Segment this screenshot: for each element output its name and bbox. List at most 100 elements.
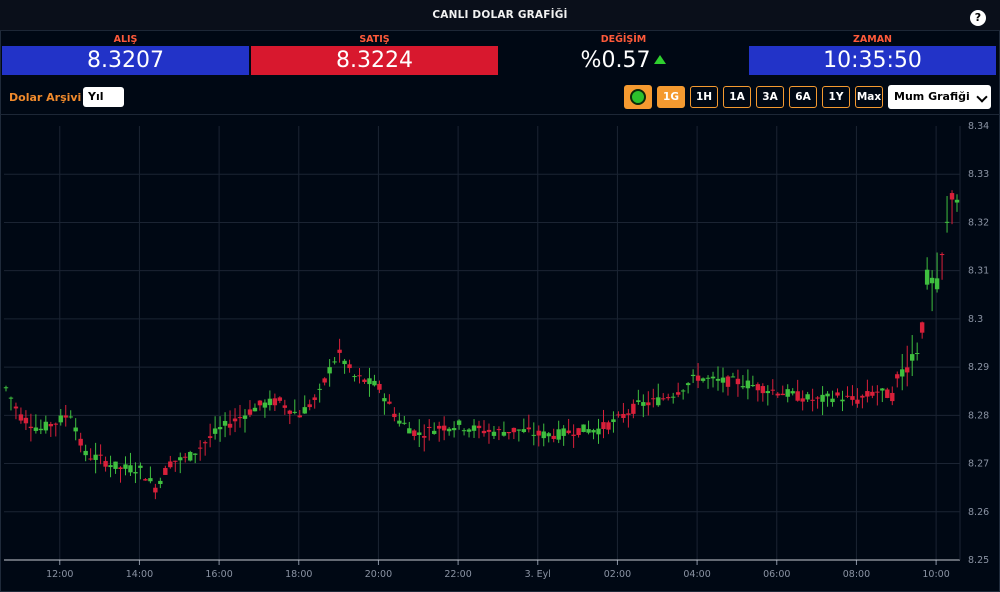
candle-body-down bbox=[282, 405, 288, 408]
candle-body-down bbox=[427, 426, 432, 428]
candle-body-down bbox=[18, 414, 24, 421]
x-tick-label: 04:00 bbox=[683, 569, 710, 580]
candle-body-up bbox=[641, 402, 646, 406]
x-tick-label: 16:00 bbox=[205, 569, 232, 580]
candle-body-down bbox=[606, 422, 611, 430]
candle-body-down bbox=[845, 395, 850, 397]
candle-body-down bbox=[905, 367, 910, 373]
candle-body-down bbox=[919, 322, 925, 333]
candle-body-down bbox=[616, 414, 621, 416]
candle-body-up bbox=[586, 429, 591, 433]
candle-body-down bbox=[322, 378, 327, 383]
y-tick-label: 8.27 bbox=[968, 459, 989, 470]
candle-body-down bbox=[28, 426, 34, 429]
candle-body-down bbox=[551, 435, 556, 439]
candle-body-down bbox=[506, 431, 512, 434]
y-tick-label: 8.26 bbox=[968, 507, 989, 518]
candle-body-down bbox=[272, 398, 278, 406]
candle-body-down bbox=[770, 389, 775, 391]
candle-body-up bbox=[148, 478, 153, 482]
candle-body-down bbox=[63, 415, 68, 418]
candle-body-up bbox=[108, 465, 113, 468]
candle-body-up bbox=[825, 393, 830, 397]
candle-body-down bbox=[163, 468, 168, 475]
candle-body-down bbox=[247, 409, 253, 415]
candle-body-up bbox=[43, 421, 49, 431]
candle-body-down bbox=[173, 460, 178, 462]
candle-body-up bbox=[193, 453, 198, 455]
candle-body-down bbox=[850, 396, 855, 400]
candle-body-up bbox=[914, 353, 920, 355]
candle-body-down bbox=[412, 430, 417, 436]
candle-body-up bbox=[636, 400, 641, 402]
candle-body-up bbox=[367, 378, 372, 385]
candle-body-down bbox=[601, 422, 606, 429]
candle-body-up bbox=[740, 386, 746, 388]
candle-body-down bbox=[661, 398, 666, 400]
candle-body-up bbox=[546, 433, 551, 437]
candle-body-down bbox=[755, 384, 761, 391]
candle-body-up bbox=[830, 398, 835, 403]
candle-body-down bbox=[48, 423, 54, 427]
candle-body-up bbox=[158, 480, 163, 485]
candle-body-up bbox=[432, 430, 437, 434]
candle-body-down bbox=[277, 397, 283, 401]
candle-body-up bbox=[217, 427, 223, 430]
candle-body-up bbox=[491, 431, 497, 436]
candle-body-up bbox=[805, 394, 810, 400]
candle-body-up bbox=[138, 465, 143, 468]
candle-body-up bbox=[924, 269, 930, 285]
candle-body-up bbox=[745, 380, 751, 389]
candle-body-down bbox=[735, 378, 741, 385]
candle-body-up bbox=[178, 457, 183, 461]
candle-body-up bbox=[929, 277, 935, 284]
x-tick-label: 06:00 bbox=[763, 569, 790, 580]
candle-body-up bbox=[267, 398, 273, 406]
candle-body-up bbox=[332, 361, 337, 363]
candle-body-up bbox=[33, 427, 39, 431]
candle-body-up bbox=[456, 420, 462, 425]
candle-body-down bbox=[98, 454, 103, 456]
candle-body-up bbox=[611, 419, 616, 423]
candle-body-down bbox=[392, 413, 397, 418]
x-tick-label: 10:00 bbox=[922, 569, 949, 580]
candle-body-up bbox=[352, 376, 357, 378]
candle-body-down bbox=[810, 399, 815, 401]
candle-body-up bbox=[128, 465, 133, 473]
candle-body-down bbox=[476, 425, 482, 429]
candle-body-down bbox=[362, 379, 367, 383]
y-tick-label: 8.29 bbox=[968, 362, 989, 373]
candle-body-up bbox=[38, 428, 44, 431]
candle-body-down bbox=[666, 397, 671, 399]
candle-body-down bbox=[13, 406, 19, 409]
candle-body-down bbox=[387, 401, 392, 404]
candle-body-down bbox=[815, 397, 820, 399]
candle-body-up bbox=[327, 367, 332, 374]
candle-body-up bbox=[407, 428, 412, 434]
candle-body-down bbox=[347, 364, 352, 369]
candle-body-down bbox=[860, 395, 865, 398]
candle-body-up bbox=[671, 396, 676, 398]
candle-body-down bbox=[760, 386, 766, 394]
candle-body-up bbox=[720, 377, 726, 383]
candle-body-up bbox=[656, 397, 661, 406]
candle-body-down bbox=[436, 425, 442, 429]
candle-body-down bbox=[775, 393, 780, 396]
candle-body-up bbox=[591, 430, 596, 433]
y-tick-label: 8.28 bbox=[968, 410, 989, 421]
candle-body-down bbox=[237, 417, 243, 419]
candle-body-down bbox=[536, 430, 541, 436]
candle-body-up bbox=[262, 402, 268, 408]
candle-body-down bbox=[312, 397, 317, 400]
y-tick-label: 8.32 bbox=[968, 217, 989, 228]
candle-body-down bbox=[297, 415, 302, 418]
candle-body-up bbox=[556, 429, 561, 440]
candle-body-down bbox=[949, 193, 955, 200]
candle-body-up bbox=[133, 472, 138, 474]
candle-body-up bbox=[690, 374, 696, 377]
candle-body-down bbox=[870, 391, 875, 396]
candle-body-down bbox=[780, 393, 785, 396]
candle-body-up bbox=[680, 390, 686, 392]
candle-body-down bbox=[357, 375, 362, 377]
candle-body-down bbox=[526, 427, 532, 430]
